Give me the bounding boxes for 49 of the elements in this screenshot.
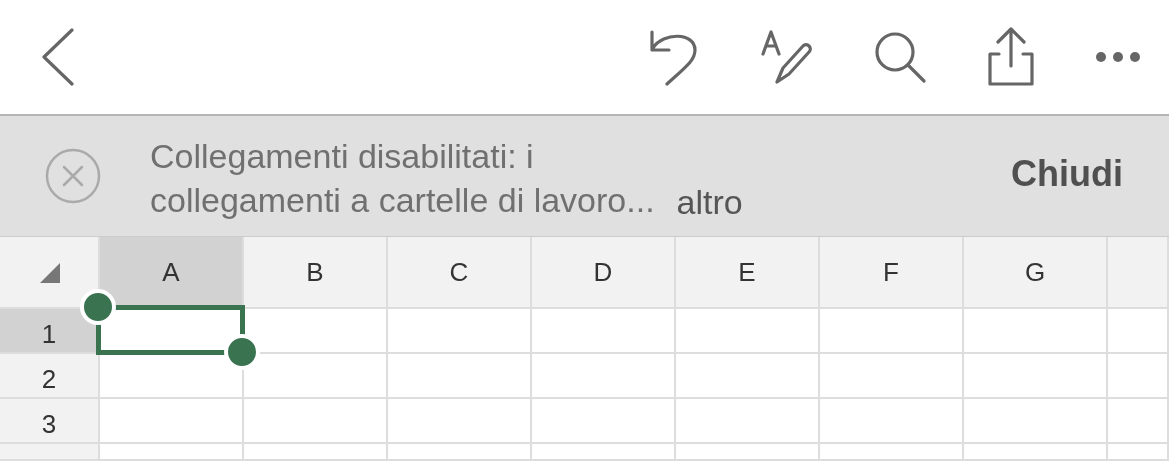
table-cell[interactable] (676, 309, 820, 354)
table-cell[interactable] (964, 354, 1108, 399)
row-header[interactable]: 2 (0, 354, 100, 399)
table-cell[interactable] (532, 399, 676, 444)
column-header[interactable]: C (388, 237, 532, 309)
table-cell[interactable] (244, 354, 388, 399)
column-header[interactable]: D (532, 237, 676, 309)
column-header[interactable]: F (820, 237, 964, 309)
more-link[interactable]: altro (676, 182, 743, 222)
table-cell[interactable] (1108, 309, 1169, 354)
more-icon[interactable] (1095, 51, 1141, 63)
row-header[interactable]: 3 (0, 399, 100, 444)
column-header[interactable] (1108, 237, 1169, 309)
table-cell[interactable] (1108, 444, 1169, 461)
row-header[interactable] (0, 444, 100, 461)
table-cell[interactable] (532, 309, 676, 354)
table-cell[interactable] (676, 354, 820, 399)
table-cell[interactable] (388, 399, 532, 444)
table-cell[interactable] (388, 354, 532, 399)
share-icon[interactable] (985, 26, 1037, 88)
search-icon[interactable] (873, 30, 927, 84)
table-cell[interactable] (820, 309, 964, 354)
table-cell[interactable] (964, 444, 1108, 461)
column-header[interactable]: E (676, 237, 820, 309)
column-header[interactable]: B (244, 237, 388, 309)
table-cell[interactable] (964, 399, 1108, 444)
close-button[interactable]: Chiudi (1011, 153, 1123, 195)
select-all-icon[interactable] (40, 263, 60, 283)
table-cell[interactable] (964, 309, 1108, 354)
table-cell[interactable] (100, 399, 244, 444)
table-cell[interactable] (244, 444, 388, 461)
table-cell[interactable] (1108, 399, 1169, 444)
table-cell[interactable] (532, 354, 676, 399)
table-cell[interactable] (676, 444, 820, 461)
banner-message: Collegamenti disabilitati: i collegamenti a cartelle di lavoro... (150, 136, 655, 221)
column-header[interactable]: G (964, 237, 1108, 309)
table-cell[interactable] (820, 444, 964, 461)
spelling-pen-icon[interactable] (759, 28, 815, 86)
table-cell[interactable] (388, 309, 532, 354)
dismiss-icon[interactable] (44, 147, 102, 205)
table-cell[interactable] (100, 444, 244, 461)
table-cell[interactable] (676, 399, 820, 444)
table-cell[interactable] (820, 399, 964, 444)
table-cell[interactable] (388, 444, 532, 461)
table-cell[interactable] (532, 444, 676, 461)
table-cell[interactable] (244, 399, 388, 444)
table-cell[interactable] (1108, 354, 1169, 399)
back-icon[interactable] (40, 28, 76, 86)
table-cell[interactable] (820, 354, 964, 399)
